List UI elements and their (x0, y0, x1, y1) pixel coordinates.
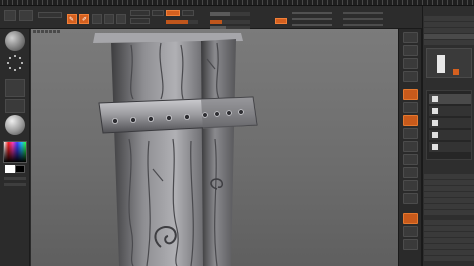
subtool-item[interactable] (429, 130, 471, 140)
m-button[interactable] (152, 10, 164, 16)
delete-button[interactable] (424, 210, 474, 215)
polyf-button[interactable] (403, 213, 418, 224)
load-tool-button[interactable] (424, 16, 474, 21)
edit-button[interactable]: ✎ (67, 14, 77, 24)
append-button[interactable] (424, 198, 474, 203)
right-tray (422, 6, 474, 266)
actual-button[interactable] (403, 89, 418, 100)
subtool-item[interactable] (429, 118, 471, 128)
subtool-list (426, 90, 472, 160)
goz-button[interactable] (424, 40, 474, 45)
draw-size-slider[interactable] (210, 20, 250, 24)
move-button[interactable] (92, 14, 102, 24)
rename-button[interactable] (424, 174, 474, 179)
subtool-item[interactable] (429, 142, 471, 152)
post-right-face (201, 39, 236, 266)
rgb-button[interactable] (130, 18, 150, 24)
material-thumbnail[interactable] (5, 115, 25, 135)
left-shelf (0, 29, 30, 266)
merge-button[interactable] (424, 226, 474, 231)
subtool-thumb (432, 120, 438, 126)
top-toolbar: ✎ ✐ (0, 6, 474, 30)
rotate-button[interactable] (116, 14, 126, 24)
transp-button[interactable] (403, 226, 418, 237)
extract-button[interactable] (424, 244, 474, 249)
scroll-button[interactable] (403, 58, 418, 69)
insert-button[interactable] (424, 204, 474, 209)
projection-master-button[interactable] (4, 10, 16, 21)
rgb-intensity-slider[interactable] (166, 20, 198, 24)
spix-button[interactable] (403, 45, 418, 56)
subtool-thumb (432, 132, 438, 138)
tool-thumbnails[interactable] (426, 48, 472, 78)
alpha-thumbnail[interactable] (5, 79, 25, 97)
subtool-item[interactable] (429, 94, 471, 104)
draw-button[interactable]: ✐ (79, 14, 89, 24)
quick-sketch-button[interactable] (38, 12, 62, 18)
aahalf-button[interactable] (403, 102, 418, 113)
persp-button[interactable] (403, 115, 418, 126)
secondary-color-swatch[interactable] (15, 165, 25, 173)
all-low-button[interactable] (424, 186, 474, 191)
move-view-button[interactable] (403, 193, 418, 204)
zadd-button[interactable] (166, 10, 180, 16)
draw-icon: ✐ (82, 16, 88, 23)
local-button[interactable] (403, 141, 418, 152)
tool-thumbnail-orange[interactable] (453, 69, 459, 75)
xyz-button[interactable] (403, 167, 418, 178)
save-as-button[interactable] (424, 22, 474, 27)
main-color-swatch[interactable] (5, 165, 15, 173)
remesh-button[interactable] (424, 232, 474, 237)
solo-button[interactable] (403, 239, 418, 250)
scale-button[interactable] (104, 14, 114, 24)
project-button[interactable] (424, 238, 474, 243)
dynamic-button[interactable] (275, 18, 287, 24)
focal-shift-slider[interactable] (210, 12, 250, 16)
zsub-button[interactable] (182, 10, 194, 16)
duplicate-button[interactable] (424, 192, 474, 197)
floor-button[interactable] (403, 128, 418, 139)
zoom-button[interactable] (403, 71, 418, 82)
geometry-button[interactable] (424, 250, 474, 255)
lsym-button[interactable] (403, 154, 418, 165)
import-button[interactable] (424, 34, 474, 39)
brush-thumbnail[interactable] (5, 31, 25, 51)
dots-stroke-icon (7, 55, 23, 71)
stats-readout (343, 12, 383, 26)
wooden-post-model (93, 33, 258, 266)
gradient-button[interactable] (4, 183, 26, 186)
document-canvas[interactable] (31, 29, 398, 266)
copy-tool-button[interactable] (424, 28, 474, 33)
color-picker[interactable] (3, 141, 27, 163)
stroke-thumbnail[interactable] (3, 53, 27, 73)
subtool-thumb (432, 144, 438, 150)
bpr-button[interactable] (403, 32, 418, 43)
split-button[interactable] (424, 220, 474, 225)
lightbox-button[interactable] (19, 10, 33, 21)
auto-reorder-button[interactable] (424, 180, 474, 185)
layers-button[interactable] (424, 256, 474, 261)
texture-thumbnail[interactable] (5, 99, 25, 113)
edit-icon: ✎ (69, 16, 75, 23)
frame-button[interactable] (403, 180, 418, 191)
switch-color-button[interactable] (4, 177, 26, 180)
right-shelf (398, 29, 422, 266)
mrgb-button[interactable] (130, 10, 150, 16)
subtool-thumb (432, 108, 438, 114)
subtool-item[interactable] (429, 106, 471, 116)
tool-thumbnail-post[interactable] (437, 55, 445, 73)
points-readout (292, 12, 332, 26)
subtool-thumb (432, 96, 438, 102)
